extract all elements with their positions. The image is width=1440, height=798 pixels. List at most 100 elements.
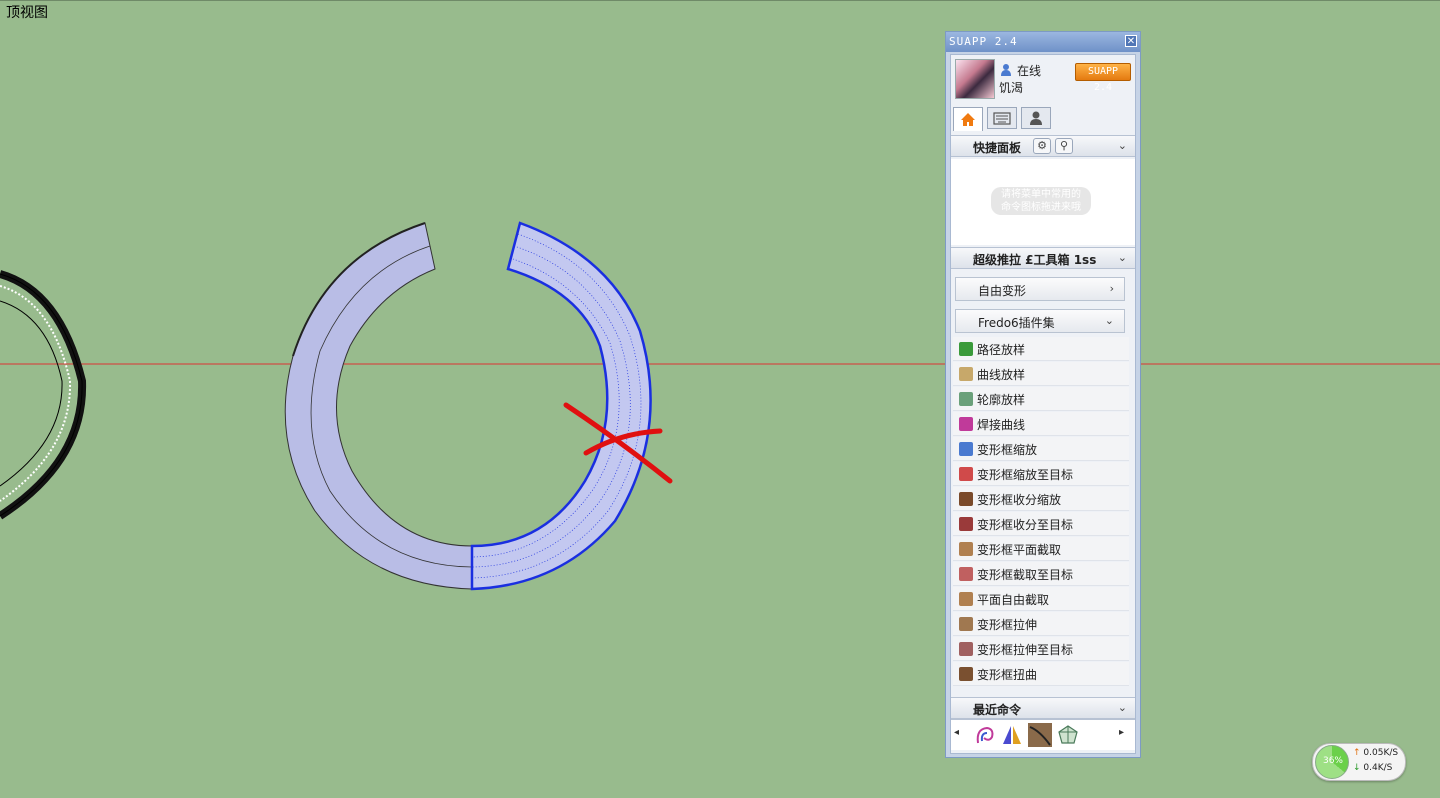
box-twist-icon bbox=[959, 667, 973, 681]
command-item[interactable]: 变形框平面截取 bbox=[953, 537, 1129, 561]
box-taper-target-icon bbox=[959, 517, 973, 531]
plane-free-cut-icon bbox=[959, 592, 973, 606]
chevron-down-icon[interactable]: ⌄ bbox=[1118, 251, 1127, 264]
download-value: 0.4K/S bbox=[1363, 763, 1393, 773]
suapp-titlebar[interactable]: SUAPP 2.4 ✕ bbox=[946, 32, 1140, 52]
recent-commands-header[interactable]: 最近命令 ⌄ bbox=[951, 697, 1135, 719]
command-label: 变形框截取至目标 bbox=[977, 568, 1074, 582]
command-label: 曲线放样 bbox=[977, 368, 1026, 382]
suapp-panel: SUAPP 2.4 ✕ 在线 饥渴 SUAPP 2.4 快捷面板 ⚙ ⚲ ⌄ 请… bbox=[945, 31, 1141, 758]
gear-icon[interactable]: ⚙ bbox=[1033, 138, 1051, 154]
curve-loft-icon bbox=[959, 367, 973, 381]
box-plane-cut-icon bbox=[959, 542, 973, 556]
mirror-icon[interactable] bbox=[1000, 723, 1024, 747]
toolbox-header[interactable]: 超级推拉 £工具箱 1ss ⌄ bbox=[951, 247, 1135, 269]
group-label: 自由变形 bbox=[978, 284, 1027, 298]
group-free-deform[interactable]: 自由变形 › bbox=[955, 277, 1125, 301]
box-scale-icon bbox=[959, 442, 973, 456]
home-icon bbox=[961, 113, 975, 126]
scene-canvas[interactable] bbox=[0, 1, 1440, 798]
group-fredo6[interactable]: Fredo6插件集 ⌄ bbox=[955, 309, 1125, 333]
command-item[interactable]: 变形框扭曲 bbox=[953, 662, 1129, 686]
keyboard-icon bbox=[993, 112, 1011, 125]
toolbox-title: 超级推拉 £工具箱 1ss bbox=[973, 253, 1097, 267]
command-label: 焊接曲线 bbox=[977, 418, 1026, 432]
ring-unselected-part[interactable] bbox=[284, 222, 473, 590]
network-monitor[interactable]: 36% ↑ 0.05K/S ↓ 0.4K/S bbox=[1312, 743, 1406, 781]
curve-icon[interactable] bbox=[1028, 723, 1052, 747]
weld-curve-icon bbox=[959, 417, 973, 431]
tab-home[interactable] bbox=[953, 107, 983, 131]
command-label: 平面自由截取 bbox=[977, 593, 1050, 607]
command-item[interactable]: 变形框收分缩放 bbox=[953, 487, 1129, 511]
command-item[interactable]: 变形框截取至目标 bbox=[953, 562, 1129, 586]
chevron-down-icon[interactable]: ⌄ bbox=[1118, 139, 1127, 152]
tab-keyboard[interactable] bbox=[987, 107, 1017, 129]
suapp-title: SUAPP 2.4 bbox=[949, 35, 1018, 48]
box-stretch-icon bbox=[959, 617, 973, 631]
left-wire-ring[interactable] bbox=[0, 270, 87, 520]
user-icon bbox=[1030, 111, 1042, 125]
box-stretch-target-icon bbox=[959, 642, 973, 656]
ring-selected-part[interactable] bbox=[470, 221, 652, 591]
command-label: 变形框缩放至目标 bbox=[977, 468, 1074, 482]
command-label: 轮廓放样 bbox=[977, 393, 1026, 407]
skin-loft-icon[interactable] bbox=[1056, 723, 1080, 747]
command-label: 变形框扭曲 bbox=[977, 668, 1038, 682]
command-label: 变形框拉伸至目标 bbox=[977, 643, 1074, 657]
suapp-body: 在线 饥渴 SUAPP 2.4 快捷面板 ⚙ ⚲ ⌄ 请将菜单中常用的 命令图标… bbox=[950, 54, 1136, 754]
command-item[interactable]: 变形框缩放至目标 bbox=[953, 462, 1129, 486]
network-percent: 36% bbox=[1322, 756, 1343, 766]
command-label: 变形框收分缩放 bbox=[977, 493, 1062, 507]
recent-commands-title: 最近命令 bbox=[973, 703, 1022, 717]
scroll-right-icon[interactable]: ▸ bbox=[1119, 727, 1124, 738]
command-label: 变形框拉伸 bbox=[977, 618, 1038, 632]
chevron-down-icon: ⌄ bbox=[1104, 314, 1114, 327]
close-icon[interactable]: ✕ bbox=[1125, 35, 1137, 47]
recent-commands-bar: ◂ ▸ bbox=[951, 719, 1135, 750]
suapp-badge[interactable]: SUAPP 2.4 bbox=[1075, 63, 1131, 93]
tab-user[interactable] bbox=[1021, 107, 1051, 129]
quick-hint-line1: 请将菜单中常用的 bbox=[1001, 189, 1081, 200]
box-cut-target-icon bbox=[959, 567, 973, 581]
quick-hint-line2: 命令图标拖进来哦 bbox=[1001, 202, 1081, 213]
quick-panel-header[interactable]: 快捷面板 ⚙ ⚲ ⌄ bbox=[951, 135, 1135, 157]
command-label: 变形框收分至目标 bbox=[977, 518, 1074, 532]
command-item[interactable]: 轮廓放样 bbox=[953, 387, 1129, 411]
user-status: 在线 bbox=[1017, 64, 1042, 78]
command-item[interactable]: 路径放样 bbox=[953, 337, 1129, 361]
chevron-down-icon[interactable]: ⌄ bbox=[1118, 701, 1127, 714]
command-item[interactable]: 变形框拉伸至目标 bbox=[953, 637, 1129, 661]
box-taper-icon bbox=[959, 492, 973, 506]
avatar[interactable] bbox=[955, 59, 995, 99]
command-item[interactable]: 焊接曲线 bbox=[953, 412, 1129, 436]
user-name: 饥渴 bbox=[999, 81, 1024, 95]
upload-arrow-icon: ↑ bbox=[1353, 748, 1361, 758]
download-rate: ↓ 0.4K/S bbox=[1353, 763, 1392, 773]
command-label: 变形框缩放 bbox=[977, 443, 1038, 457]
network-usage-gauge: 36% bbox=[1315, 745, 1349, 779]
modeling-viewport[interactable]: 顶视图 bbox=[0, 0, 1440, 797]
command-item[interactable]: 曲线放样 bbox=[953, 362, 1129, 386]
command-item[interactable]: 平面自由截取 bbox=[953, 587, 1129, 611]
quick-panel-title: 快捷面板 bbox=[973, 141, 1022, 155]
command-label: 变形框平面截取 bbox=[977, 543, 1062, 557]
command-label: 路径放样 bbox=[977, 343, 1026, 357]
scroll-left-icon[interactable]: ◂ bbox=[954, 727, 959, 738]
chevron-right-icon: › bbox=[1109, 282, 1114, 295]
upload-rate: ↑ 0.05K/S bbox=[1353, 748, 1398, 758]
skin-loft-icon bbox=[959, 392, 973, 406]
path-loft-icon bbox=[959, 342, 973, 356]
box-scale-target-icon bbox=[959, 467, 973, 481]
upload-value: 0.05K/S bbox=[1363, 748, 1399, 758]
weld-curve-icon[interactable] bbox=[973, 723, 997, 747]
command-item[interactable]: 变形框收分至目标 bbox=[953, 512, 1129, 536]
user-status-icon bbox=[1001, 64, 1011, 76]
command-item[interactable]: 变形框缩放 bbox=[953, 437, 1129, 461]
group-label: Fredo6插件集 bbox=[978, 316, 1055, 330]
search-icon[interactable]: ⚲ bbox=[1055, 138, 1073, 154]
download-arrow-icon: ↓ bbox=[1353, 763, 1361, 773]
quick-panel-area[interactable]: 请将菜单中常用的 命令图标拖进来哦 bbox=[951, 159, 1135, 245]
command-item[interactable]: 变形框拉伸 bbox=[953, 612, 1129, 636]
command-list[interactable]: 路径放样 曲线放样 轮廓放样 焊接曲线 变形框缩放 变形框缩放至目标 变形框收分… bbox=[951, 337, 1135, 693]
